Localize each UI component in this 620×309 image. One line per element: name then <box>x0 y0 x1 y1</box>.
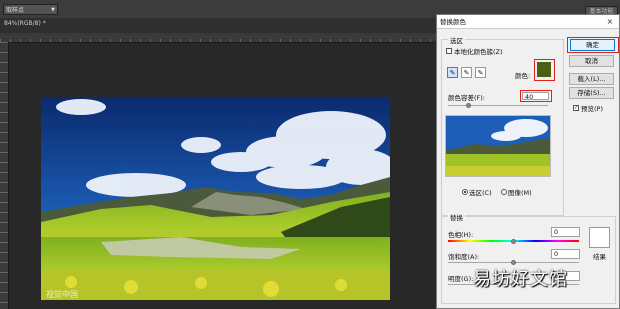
cancel-button[interactable]: 取消 <box>569 55 614 67</box>
result-label: 结果 <box>593 253 606 261</box>
saturation-input[interactable]: 0 <box>551 249 580 259</box>
dialog-title: 替换颜色 <box>437 15 619 29</box>
ok-button[interactable]: 确定 <box>570 39 615 51</box>
view-selection-label: 选区(C) <box>469 189 492 197</box>
fuzziness-field-highlight: 40 <box>520 90 552 102</box>
selection-preview <box>445 115 551 177</box>
localized-checkbox-box[interactable] <box>446 48 452 54</box>
saturation-label: 饱和度(A): <box>448 253 480 261</box>
close-icon[interactable]: × <box>604 16 616 27</box>
selection-preview-drawing <box>446 116 550 176</box>
sample-size-select[interactable]: 取样点 ▼ <box>3 4 58 15</box>
color-label: 颜色: <box>515 72 531 80</box>
save-button[interactable]: 存储(S)... <box>569 87 614 99</box>
result-color-swatch[interactable] <box>589 227 610 248</box>
preview-checkbox[interactable]: ✓ 预览(P) <box>573 103 603 113</box>
fuzziness-slider-thumb[interactable] <box>465 103 471 108</box>
eyedropper-plus-icon[interactable]: ✎ <box>461 67 472 78</box>
localized-color-clusters-checkbox[interactable]: 本地化颜色簇(Z) <box>446 46 503 56</box>
lightness-label: 明度(G): <box>448 275 474 283</box>
landscape-photo-drawing <box>41 97 390 300</box>
hue-label: 色相(H): <box>448 231 474 239</box>
replacement-group-title: 替换 <box>448 212 465 222</box>
sample-size-value: 取样点 <box>6 7 25 14</box>
selection-group-title: 选区 <box>448 35 465 45</box>
view-image-label: 图像(M) <box>508 189 532 197</box>
site-watermark: 易坊好文馆 <box>473 269 568 290</box>
hue-slider-thumb[interactable] <box>511 239 516 244</box>
color-swatch-highlight <box>534 59 555 81</box>
vertical-ruler <box>0 42 9 309</box>
hue-input[interactable]: 0 <box>551 227 580 237</box>
preview-label: 预览(P) <box>581 105 603 113</box>
preview-checkbox-box[interactable]: ✓ <box>573 105 579 111</box>
image-credit-watermark: 视觉中国 <box>46 290 78 299</box>
load-button[interactable]: 载入(L)... <box>569 73 614 85</box>
view-selection-radio[interactable]: 选区(C) <box>462 187 492 197</box>
chevron-down-icon: ▼ <box>51 7 55 13</box>
fuzziness-slider-track[interactable] <box>448 105 548 106</box>
view-image-radio[interactable]: 图像(M) <box>501 187 532 197</box>
fuzziness-label: 颜色容差(F): <box>448 94 486 102</box>
document-tab[interactable]: 84%(RGB/8) * <box>4 20 46 27</box>
selection-color-swatch[interactable] <box>537 62 551 77</box>
selection-radio-dot[interactable] <box>462 189 468 195</box>
localized-label: 本地化颜色簇(Z) <box>454 48 503 56</box>
eyedropper-minus-icon[interactable]: ✎ <box>475 67 486 78</box>
fuzziness-input[interactable]: 40 <box>522 92 549 101</box>
image-radio-dot[interactable] <box>501 189 507 195</box>
ok-button-highlight: 确定 <box>567 37 619 53</box>
landscape-photo[interactable] <box>41 97 390 300</box>
eyedropper-icon[interactable]: ✎ <box>447 67 458 78</box>
